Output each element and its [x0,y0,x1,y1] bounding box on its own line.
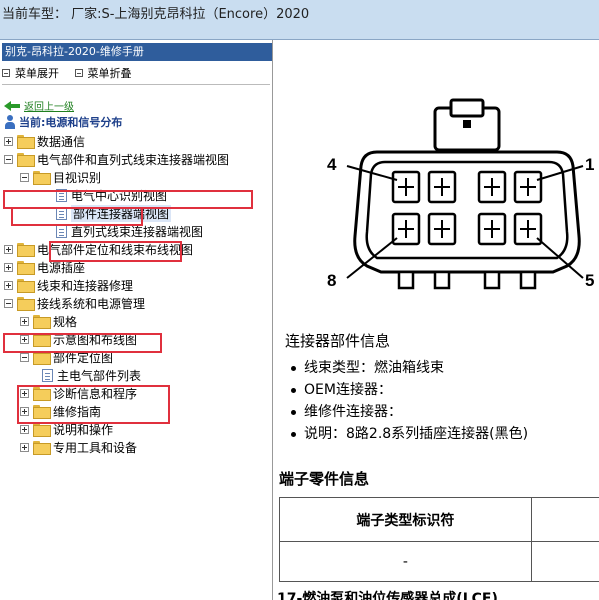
collapse-all-icon [74,69,83,77]
current-location: 当前:电源和信号分布 [4,114,122,130]
highlight-box [11,207,143,226]
table-row: - [279,541,599,582]
highlight-box [49,241,182,262]
table-header: 端子类型标识符 [279,497,532,542]
tree-item-data-communication[interactable]: 数据通信 [4,132,85,150]
next-section-title: 17-燃油泵和油位传感器总成(LCE) [277,591,498,600]
back-link[interactable]: 返回上一级 [24,98,74,113]
folder-icon [33,423,51,437]
tree-item-label: 线束和连接器修理 [37,278,134,293]
expand-icon[interactable] [4,136,13,146]
table-cell: - [279,541,532,582]
menu-toolbar: 菜单展开 菜单折叠 [2,65,144,81]
collapse-icon[interactable] [20,352,29,362]
sidebar-title: 别克-昂科拉-2020-维修手册 [2,43,272,61]
tree-item-label: 规格 [53,314,78,329]
top-bar: 当前车型： 厂家:S-上海别克昂科拉（Encore）2020 [0,0,599,40]
folder-icon [17,135,35,149]
list-item: 维修件连接器： [285,401,528,423]
expand-icon[interactable] [20,442,29,452]
table-header-row: 端子类型标识符 [279,497,599,542]
location-icon [4,115,15,129]
connector-diagram: 4 1 8 5 [327,98,594,290]
tree-item-connector-end-views[interactable]: 电气部件和直列式线束连接器端视图 [4,150,229,168]
tree-item-specifications[interactable]: 规格 [20,312,77,330]
folder-icon [17,261,35,275]
connector-info-list: 线束类型：燃油箱线束 OEM连接器： 维修件连接器： 说明：8路2.8系列插座连… [285,357,528,445]
pin-label-1: 1 [585,155,594,174]
table-cell-empty [530,541,599,582]
tree-item-label: 数据通信 [37,134,86,149]
menu-collapse-label: 菜单折叠 [87,67,132,80]
collapse-icon[interactable] [4,154,13,164]
expand-icon[interactable] [4,244,13,254]
pin-label-8: 8 [327,271,336,290]
back-arrow-icon [4,100,20,111]
collapse-icon[interactable] [20,172,29,182]
folder-icon [33,441,51,455]
sidebar: 别克-昂科拉-2020-维修手册 菜单展开 菜单折叠 返回上一级 当前:电源和信… [0,40,273,600]
sidebar-divider [2,84,270,85]
tree-item-label: 专用工具和设备 [53,440,138,455]
table-header-empty [530,497,599,542]
folder-icon [33,315,51,329]
tree-item-label: 电气部件和直列式线束连接器端视图 [37,152,230,167]
list-item: 说明：8路2.8系列插座连接器(黑色) [285,423,528,445]
tree-item-harness-repair[interactable]: 线束和连接器修理 [4,276,133,294]
pin-label-4: 4 [327,155,337,174]
terminal-table: 端子类型标识符 - [279,497,599,582]
current-location-label: 当前:电源和信号分布 [19,116,123,129]
folder-icon [17,279,35,293]
tree-item-wiring-power-management[interactable]: 接线系统和电源管理 [4,294,145,312]
tree-item-visual-identification[interactable]: 目视识别 [20,168,101,186]
list-item: 线束类型：燃油箱线束 [285,357,528,379]
folder-icon [17,243,35,257]
expand-icon[interactable] [4,262,13,272]
connector-outline [353,98,581,290]
tree-view: 数据通信 电气部件和直列式线束连接器端视图 目视识别 电气中心识别视图 部件连接… [0,130,272,600]
folder-open-icon [17,297,35,311]
tree-item-main-component-list[interactable]: 主电气部件列表 [42,366,141,384]
tree-item-label: 目视识别 [53,170,102,185]
content-pane: 4 1 8 5 连接器部件信息 线束类型：燃油箱线束 OEM连接器： 维修件连接… [277,40,599,600]
document-icon [42,368,53,382]
expand-icon[interactable] [20,424,29,434]
terminal-info-title: 端子零件信息 [279,470,370,488]
menu-expand-label: 菜单展开 [15,67,59,80]
menu-expand-button[interactable]: 菜单展开 [2,65,59,81]
tree-item-label: 主电气部件列表 [57,368,142,383]
connector-info-title: 连接器部件信息 [285,332,391,350]
expand-all-icon [2,69,10,77]
highlight-box [17,385,170,424]
expand-icon[interactable] [4,280,13,290]
tree-item-label: 接线系统和电源管理 [37,296,146,311]
folder-open-icon [33,171,51,185]
collapse-icon[interactable] [4,298,13,308]
back-link-row[interactable]: 返回上一级 [4,98,74,113]
menu-collapse-button[interactable]: 菜单折叠 [74,65,132,81]
tree-item-special-tools[interactable]: 专用工具和设备 [20,438,137,456]
highlight-box [3,333,162,353]
expand-icon[interactable] [20,316,29,326]
vehicle-info: 当前车型： 厂家:S-上海别克昂科拉（Encore）2020 [2,7,310,22]
folder-open-icon [17,153,35,167]
pin-label-5: 5 [585,271,594,290]
list-item: OEM连接器： [285,379,528,401]
document-icon [56,224,67,238]
